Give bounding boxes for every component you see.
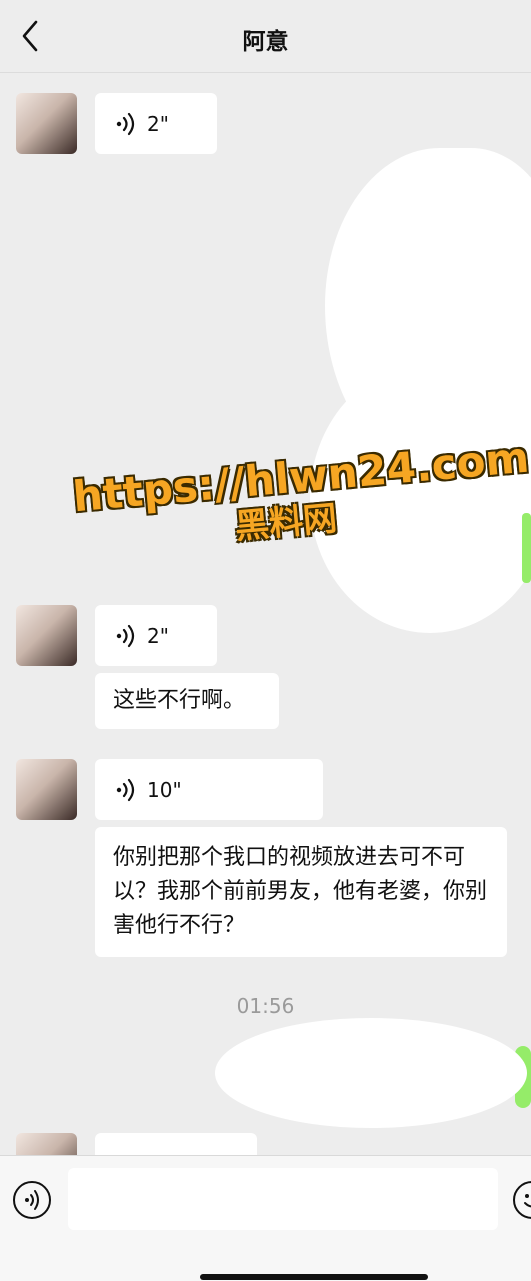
voice-message[interactable] (95, 1133, 257, 1155)
input-bar (0, 1155, 531, 1281)
voice-input-button[interactable] (13, 1181, 51, 1219)
voice-wave-icon (116, 112, 135, 135)
chat-header: 阿意 (0, 0, 531, 73)
voice-message[interactable]: 2" (95, 605, 217, 666)
home-indicator (200, 1274, 428, 1280)
contact-avatar[interactable] (16, 759, 77, 820)
voice-wave-icon (116, 624, 135, 647)
message-text: 这些不行啊。 (113, 688, 246, 713)
contact-avatar[interactable] (16, 93, 77, 154)
voice-duration: 2" (147, 623, 169, 648)
emoji-button[interactable] (513, 1181, 531, 1219)
voice-message[interactable]: 10" (95, 759, 323, 820)
message-input[interactable] (68, 1168, 498, 1230)
voice-duration: 2" (147, 111, 169, 136)
contact-avatar[interactable] (16, 605, 77, 666)
text-message[interactable]: 这些不行啊。 (95, 673, 279, 729)
redacted-content (215, 1018, 527, 1128)
outgoing-bubble-edge (522, 513, 531, 583)
voice-message[interactable]: 2" (95, 93, 217, 154)
message-text: 你别把那个我口的视频放进去可不可以？我那个前前男友，他有老婆，你别害他行不行？ (113, 845, 488, 938)
message-list[interactable]: 2" 2" 这些不行啊。 10" 你别把那个我口的视频放进去可不可以？我那个前前… (0, 73, 531, 1155)
voice-input-icon (25, 1190, 39, 1210)
text-message[interactable]: 你别把那个我口的视频放进去可不可以？我那个前前男友，他有老婆，你别害他行不行？ (95, 827, 507, 957)
emoji-icon (524, 1194, 531, 1208)
voice-duration: 10" (147, 777, 182, 802)
chat-title: 阿意 (242, 29, 289, 55)
voice-wave-icon (116, 778, 135, 801)
contact-avatar[interactable] (16, 1133, 77, 1155)
message-timestamp: 01:56 (236, 994, 295, 1018)
